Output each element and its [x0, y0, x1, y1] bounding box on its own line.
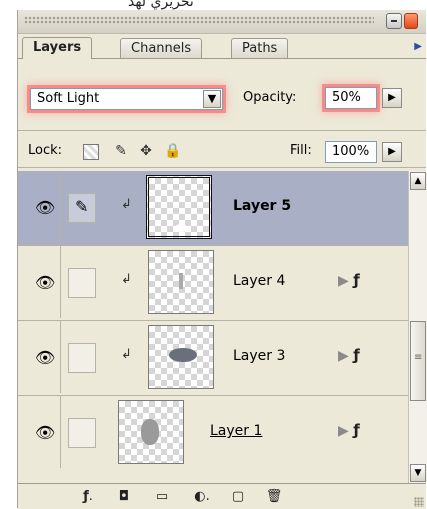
layer-name[interactable]: Layer 1 [210, 423, 262, 439]
opacity-label: Opacity: [243, 90, 297, 105]
blend-mode-select[interactable]: Soft Light ▼ [30, 88, 223, 110]
layer-thumbnail[interactable] [148, 250, 214, 314]
layers-toolbar: ƒ. ◘ ▭ ◐. ▢ 🗑 [18, 483, 426, 509]
layer-row-layer-3[interactable]: 👁 ↲ Layer 3 ▶ ƒ [18, 321, 408, 396]
scroll-down-icon[interactable]: ▼ [410, 464, 426, 482]
layers-scrollbar[interactable]: ▲ ▼ [408, 171, 427, 483]
chevron-down-icon[interactable]: ▼ [203, 90, 221, 108]
add-mask-icon[interactable]: ◘ [114, 488, 134, 506]
eye-icon: 👁 [35, 348, 56, 367]
link-cell[interactable] [68, 418, 96, 448]
visibility-toggle[interactable]: 👁 [26, 246, 61, 318]
layers-list: 👁 ✎ ↲ Layer 5 👁 ↲ Layer 4 ▶ ƒ 👁 ↲ Layer … [18, 171, 408, 483]
fx-icon[interactable]: ▶ ƒ [338, 346, 360, 364]
drag-grip[interactable] [24, 16, 374, 24]
divider [18, 130, 426, 131]
scroll-thumb[interactable] [410, 321, 426, 401]
clipping-arrow-icon: ↲ [121, 197, 132, 212]
minimize-button[interactable] [386, 13, 402, 29]
lock-label: Lock: [28, 143, 63, 158]
trash-icon[interactable]: 🗑 [264, 488, 284, 506]
eye-icon: 👁 [35, 198, 56, 217]
visibility-toggle[interactable]: 👁 [26, 396, 61, 468]
tab-layers[interactable]: Layers [22, 37, 93, 59]
brush-icon[interactable]: ✎ [68, 193, 96, 223]
opacity-input[interactable]: 50% [325, 87, 377, 109]
visibility-toggle[interactable]: 👁 [26, 171, 61, 243]
visibility-toggle[interactable]: 👁 [26, 321, 61, 393]
layer-name[interactable]: Layer 4 [233, 273, 285, 289]
panel-tabs: Layers Channels Paths ▶ [18, 34, 426, 59]
new-layer-icon[interactable]: ▢ [228, 488, 248, 506]
lock-paint-brush-icon[interactable]: ✎ [112, 142, 130, 160]
panel-menu-arrow-icon[interactable]: ▶ [414, 41, 422, 52]
tab-channels[interactable]: Channels [120, 38, 203, 58]
new-group-folder-icon[interactable]: ▭ [152, 488, 172, 506]
fx-icon[interactable]: ▶ ƒ [338, 271, 360, 289]
clipping-arrow-icon: ↲ [121, 347, 132, 362]
fill-input[interactable]: 100% [325, 141, 377, 163]
layer-row-layer-1[interactable]: 👁 Layer 1 ▶ ƒ [18, 396, 408, 470]
scroll-up-icon[interactable]: ▲ [410, 172, 426, 190]
layer-thumbnail[interactable] [146, 175, 212, 239]
fill-label: Fill: [290, 143, 312, 158]
layer-name[interactable]: Layer 5 [233, 198, 291, 214]
blend-mode-value: Soft Light [37, 91, 100, 106]
layer-name[interactable]: Layer 3 [233, 348, 285, 364]
divider [18, 167, 426, 168]
fx-icon[interactable]: ▶ ƒ [338, 421, 360, 439]
link-cell[interactable] [68, 343, 96, 373]
eye-icon: 👁 [35, 273, 56, 292]
top-caption: تحريري لهد [128, 0, 194, 10]
opacity-slider-arrow-icon[interactable]: ▶ [382, 88, 402, 108]
fill-slider-arrow-icon[interactable]: ▶ [382, 142, 402, 162]
tab-paths[interactable]: Paths [231, 38, 289, 58]
layer-row-layer-4[interactable]: 👁 ↲ Layer 4 ▶ ƒ [18, 246, 408, 321]
close-button[interactable] [404, 13, 418, 29]
eye-icon: 👁 [35, 423, 56, 442]
lock-all-icon[interactable]: 🔒 [164, 142, 182, 160]
layer-style-fx-icon[interactable]: ƒ. [78, 488, 98, 506]
link-cell[interactable] [68, 268, 96, 298]
layers-panel: Layers Channels Paths ▶ Soft Light ▼ Opa… [17, 10, 427, 509]
resize-grip[interactable] [414, 497, 424, 507]
lock-row: Lock: ✎ ✥ 🔒 Fill: 100% ▶ [18, 138, 426, 166]
panel-titlebar[interactable] [18, 10, 426, 34]
lock-move-icon[interactable]: ✥ [137, 142, 155, 160]
clipping-arrow-icon: ↲ [121, 272, 132, 287]
blend-row: Soft Light ▼ Opacity: 50% ▶ [18, 60, 426, 110]
adjustment-layer-icon[interactable]: ◐. [192, 488, 212, 506]
layer-thumbnail[interactable] [118, 400, 184, 464]
layer-row-layer-5[interactable]: 👁 ✎ ↲ Layer 5 [18, 171, 408, 246]
lock-transparency-icon[interactable] [83, 144, 99, 160]
layer-thumbnail[interactable] [148, 325, 214, 389]
